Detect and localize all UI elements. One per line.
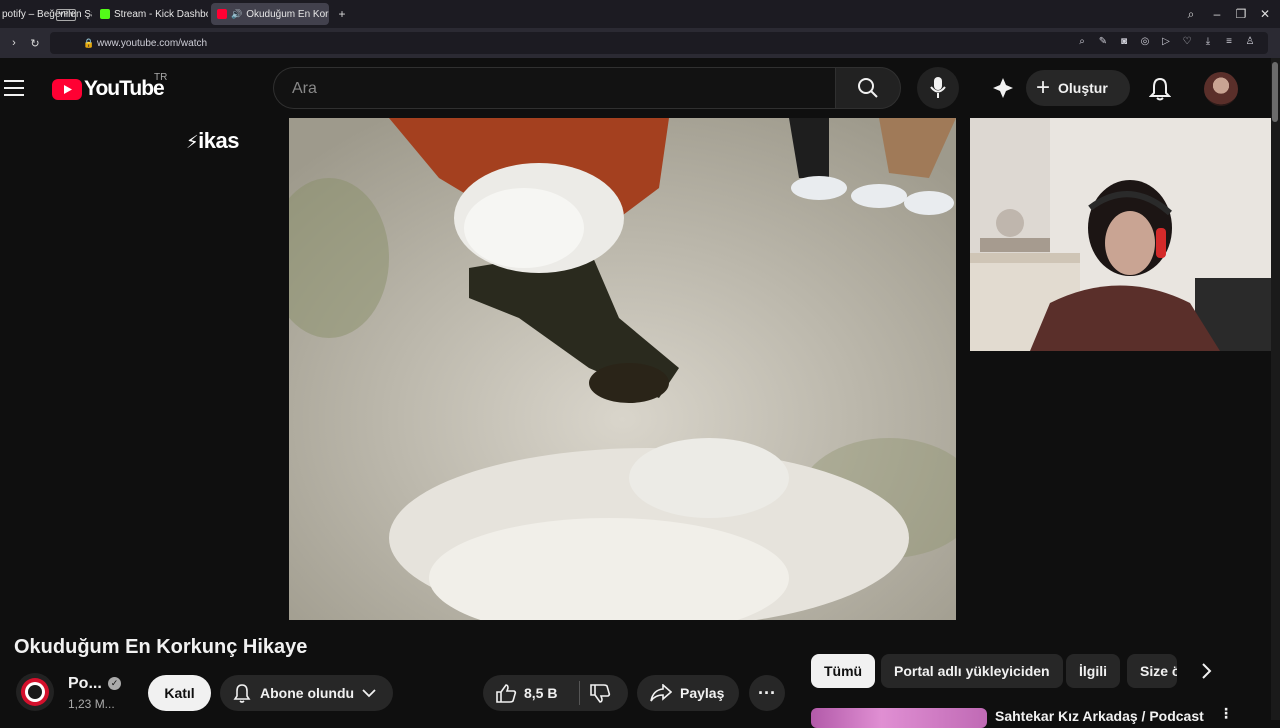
- ikas-logo: ⚡ikas: [186, 128, 239, 154]
- new-tab-button[interactable]: +: [333, 5, 351, 23]
- channel-avatar[interactable]: [16, 673, 54, 711]
- like-divider: [579, 681, 580, 705]
- more-actions-button[interactable]: ···: [749, 675, 785, 711]
- voice-search-button[interactable]: [917, 67, 959, 109]
- ad-brand: ikas: [198, 128, 239, 153]
- suggestion-thumbnail[interactable]: [811, 708, 987, 728]
- hamburger-icon[interactable]: [4, 80, 24, 96]
- subscribed-button[interactable]: Abone olundu: [220, 675, 393, 711]
- chevron-down-icon: [362, 689, 376, 698]
- search-button[interactable]: [835, 67, 901, 109]
- minimize-button[interactable]: –: [1208, 5, 1226, 23]
- chip-all[interactable]: Tümü: [811, 654, 876, 688]
- verified-icon: ✓: [108, 677, 121, 690]
- like-count[interactable]: 8,5 B: [524, 685, 557, 701]
- share-icon: [650, 684, 672, 702]
- user-avatar[interactable]: [1204, 72, 1238, 106]
- region-code: TR: [154, 72, 168, 83]
- tab-spotify[interactable]: potify – Beğenilen Şarkıl: [0, 3, 92, 25]
- create-label: Oluştur: [1058, 80, 1108, 96]
- bell-icon: [233, 684, 251, 703]
- subscribed-label: Abone olundu: [260, 685, 355, 701]
- logo-text: YouTube: [84, 77, 165, 100]
- scrollbar-thumb[interactable]: [1272, 62, 1278, 122]
- zoom-icon[interactable]: ⌕: [1076, 36, 1088, 48]
- browser-tab-bar: potify – Beğenilen Şarkıl Stream - Kick …: [0, 0, 1280, 28]
- extension-icon[interactable]: ◎: [1139, 36, 1151, 48]
- thumbs-up-icon: [496, 684, 517, 703]
- restore-button[interactable]: ❐: [1232, 5, 1250, 23]
- youtube-header: YouTube TR Ara + Oluştur: [0, 58, 1280, 118]
- more-horizontal-icon: ···: [758, 682, 776, 703]
- share-label: Paylaş: [680, 685, 725, 701]
- create-button[interactable]: + Oluştur: [1026, 70, 1130, 106]
- forward-icon[interactable]: ›: [5, 34, 23, 52]
- reload-icon[interactable]: ↻: [26, 34, 44, 52]
- url-text[interactable]: www.youtube.com/watch: [97, 38, 207, 49]
- tab-youtube[interactable]: 🔊 Okuduğum En Korkunç: [211, 3, 329, 25]
- suggestion-title[interactable]: Sahtekar Kız Arkadaş / Podcast: [995, 708, 1204, 724]
- like-dislike-group: 8,5 B: [483, 675, 628, 711]
- search-input[interactable]: Ara: [273, 67, 835, 109]
- download-icon[interactable]: ⤓: [1202, 36, 1214, 48]
- bolt-icon: ⚡: [186, 132, 199, 152]
- search-icon: [858, 78, 878, 98]
- tab-label: Okuduğum En Korkunç: [246, 8, 329, 20]
- plus-icon: +: [1036, 74, 1051, 101]
- video-player[interactable]: [289, 118, 956, 620]
- video-title: Okuduğum En Korkunç Hikaye: [14, 636, 308, 658]
- tab-label: potify – Beğenilen Şarkıl: [2, 8, 92, 20]
- youtube-favicon: [217, 9, 227, 19]
- share-button[interactable]: Paylaş: [637, 675, 739, 711]
- join-label: Katıl: [164, 685, 195, 701]
- chip-for-you[interactable]: Size ö: [1127, 654, 1177, 688]
- ad-panel[interactable]: ⚡ikas: [0, 118, 289, 620]
- tab-label: Stream - Kick Dashboard: [114, 8, 208, 20]
- like-button[interactable]: [495, 683, 517, 703]
- youtube-play-icon: [52, 78, 82, 100]
- chip-uploader[interactable]: Portal adlı yükleyiciden: [881, 654, 1063, 688]
- search-placeholder: Ara: [292, 80, 317, 97]
- close-window-button[interactable]: ✕: [1256, 5, 1274, 23]
- edit-icon[interactable]: ✎: [1097, 36, 1109, 48]
- join-button[interactable]: Katıl: [148, 675, 211, 711]
- kick-icon: [100, 9, 110, 19]
- subscriber-count: 1,23 M...: [68, 697, 115, 711]
- play-icon[interactable]: ▷: [1160, 36, 1172, 48]
- sparkle-icon[interactable]: [991, 76, 1015, 100]
- heart-icon[interactable]: ♡: [1181, 36, 1193, 48]
- thumbs-down-icon: [590, 684, 611, 703]
- microphone-icon: [930, 77, 946, 98]
- search-tabs-icon[interactable]: ⌕: [1182, 5, 1200, 23]
- page-scrollbar[interactable]: [1271, 58, 1280, 720]
- suggestion-menu-icon[interactable]: ⋮: [1219, 706, 1233, 720]
- channel-name[interactable]: Po...: [68, 675, 102, 693]
- lock-icon[interactable]: 🔒: [83, 38, 94, 49]
- speaker-icon[interactable]: 🔊: [231, 9, 242, 20]
- vpn-badge[interactable]: VPN: [56, 9, 77, 21]
- video-frame: [289, 118, 956, 620]
- portal-logo-icon: [21, 678, 49, 706]
- tab-kick[interactable]: Stream - Kick Dashboard: [94, 3, 208, 25]
- menu-icon[interactable]: ≡: [1223, 36, 1235, 48]
- webcam-frame: [970, 118, 1280, 351]
- dislike-button[interactable]: [589, 684, 611, 704]
- youtube-logo[interactable]: YouTube: [52, 77, 165, 101]
- camera-icon[interactable]: ◙: [1118, 36, 1130, 48]
- webcam-overlay: [970, 118, 1280, 351]
- profile-icon[interactable]: ♙: [1244, 36, 1256, 48]
- chip-related[interactable]: İlgili: [1066, 654, 1120, 688]
- notifications-icon[interactable]: [1149, 77, 1171, 101]
- chevron-right-icon[interactable]: [1196, 661, 1216, 681]
